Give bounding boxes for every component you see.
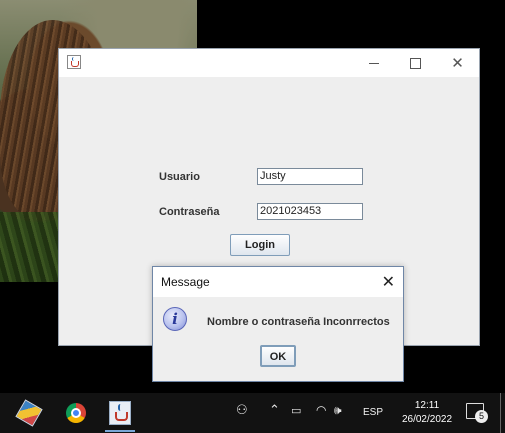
show-desktop-button[interactable] — [500, 393, 505, 433]
clock-date: 26/02/2022 — [401, 414, 453, 425]
maximize-button[interactable] — [393, 49, 438, 77]
dialog-titlebar[interactable]: Message ✕ — [153, 267, 403, 297]
chrome-icon — [66, 403, 86, 423]
taskbar-chrome[interactable] — [61, 398, 91, 428]
dialog-message: Nombre o contraseña Inconrrectos — [207, 316, 390, 328]
taskbar-java-app[interactable] — [105, 398, 135, 432]
minimize-button[interactable] — [351, 49, 396, 77]
java-app-icon — [109, 401, 131, 425]
virtualbox-icon — [15, 399, 43, 427]
taskbar: ⚇ ⌃ ▭ ◠ 🕪 ESP 12:11 26/02/2022 5 — [0, 393, 505, 433]
volume-icon[interactable]: 🕪 — [334, 403, 342, 418]
info-icon: i — [163, 307, 187, 331]
clock[interactable]: 12:11 26/02/2022 — [392, 399, 462, 427]
usuario-input[interactable]: Justy — [257, 168, 363, 185]
message-dialog: Message ✕ i Nombre o contraseña Inconrre… — [152, 266, 404, 382]
language-indicator[interactable]: ESP — [363, 407, 383, 418]
wifi-icon[interactable]: ◠ — [316, 403, 326, 417]
active-app-indicator — [105, 430, 135, 432]
dialog-close-icon[interactable]: ✕ — [382, 272, 395, 291]
people-icon[interactable]: ⚇ — [236, 403, 248, 418]
password-label: Contraseña — [159, 206, 220, 218]
close-button[interactable]: ✕ — [435, 49, 480, 77]
usuario-label: Usuario — [159, 171, 200, 183]
dialog-title: Message — [161, 275, 210, 289]
chevron-up-icon[interactable]: ⌃ — [269, 403, 280, 418]
window-titlebar[interactable]: ✕ — [59, 49, 479, 77]
login-button[interactable]: Login — [230, 234, 290, 256]
minimize-icon — [368, 62, 379, 64]
clock-time: 12:11 — [414, 400, 440, 411]
notification-count: 5 — [475, 410, 488, 423]
password-input[interactable]: 2021023453 — [257, 203, 363, 220]
close-icon: ✕ — [451, 54, 464, 72]
java-icon[interactable] — [67, 55, 81, 69]
ok-button[interactable]: OK — [260, 345, 296, 367]
battery-icon[interactable]: ▭ — [291, 404, 301, 417]
taskbar-virtualbox[interactable] — [14, 398, 44, 428]
maximize-icon — [410, 57, 421, 69]
